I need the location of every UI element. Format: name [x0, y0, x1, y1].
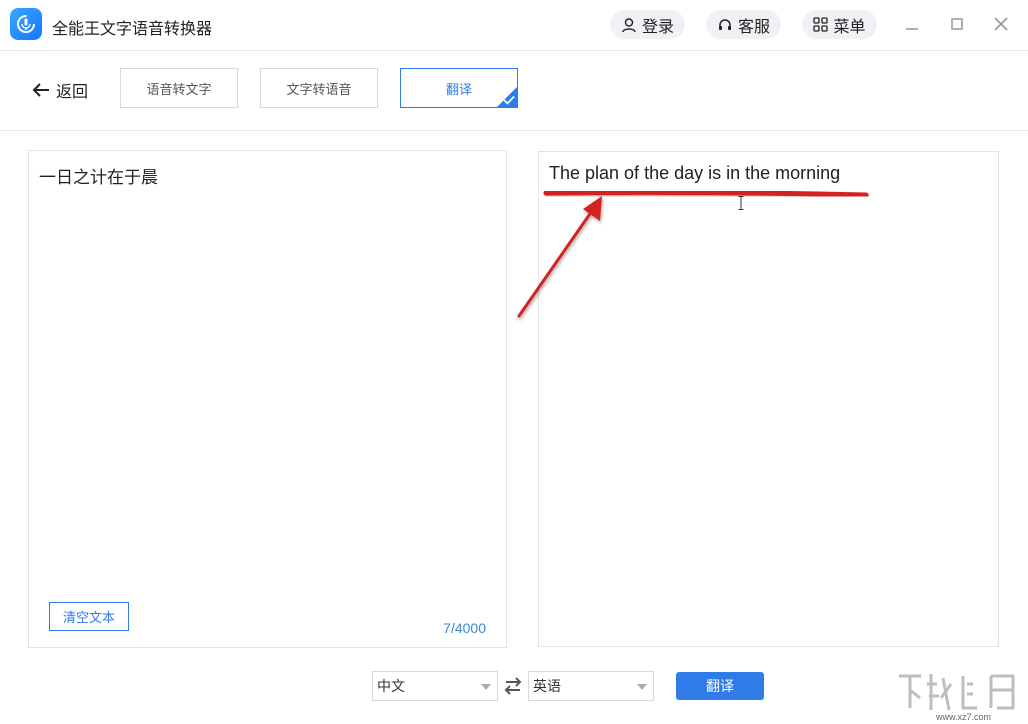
title-bar: 全能王文字语音转换器 登录 客服 菜单 [0, 0, 1028, 50]
headset-icon [718, 18, 731, 30]
minimize-button[interactable] [900, 12, 924, 36]
title-divider [0, 50, 1028, 51]
source-text-panel[interactable]: 一日之计在于晨 清空文本 7/4000 [28, 150, 507, 648]
minimize-icon [906, 28, 918, 30]
customer-service-button[interactable]: 客服 [706, 10, 781, 39]
tab-label: 语音转文字 [146, 81, 212, 97]
tab-label: 文字转语音 [286, 81, 352, 97]
close-button[interactable] [989, 12, 1013, 36]
maximize-button[interactable] [945, 12, 969, 36]
tab-label: 翻译 [445, 81, 472, 97]
app-logo-icon [10, 8, 42, 40]
swap-languages-icon[interactable] [502, 675, 524, 697]
back-label: 返回 [56, 84, 89, 101]
tab-translate[interactable]: 翻译 [400, 68, 518, 108]
login-button[interactable]: 登录 [610, 10, 685, 39]
text-cursor-icon [738, 196, 744, 210]
chevron-down-icon [637, 684, 647, 690]
char-count: 7/4000 [443, 620, 486, 636]
source-language-select[interactable]: 中文 [372, 671, 498, 701]
grid-icon [813, 17, 829, 32]
menu-button[interactable]: 菜单 [802, 10, 877, 39]
arrow-left-icon [32, 83, 49, 97]
close-icon [994, 17, 1008, 31]
chevron-down-icon [481, 684, 491, 690]
check-icon [503, 95, 515, 105]
maximize-icon [951, 18, 963, 30]
result-text[interactable]: The plan of the day is in the morning [549, 163, 840, 184]
service-label: 客服 [737, 18, 770, 36]
toolbar-divider [0, 130, 1028, 131]
tab-text-to-speech[interactable]: 文字转语音 [260, 68, 378, 108]
source-language-value: 中文 [377, 678, 405, 694]
translate-button[interactable]: 翻译 [676, 672, 764, 700]
target-language-select[interactable]: 英语 [528, 671, 654, 701]
result-text-panel[interactable]: The plan of the day is in the morning [538, 151, 999, 647]
login-label: 登录 [641, 18, 674, 36]
menu-label: 菜单 [833, 18, 866, 36]
target-language-value: 英语 [533, 678, 561, 694]
source-text[interactable]: 一日之计在于晨 [39, 163, 158, 188]
clear-text-button[interactable]: 清空文本 [49, 602, 129, 631]
back-button[interactable]: 返回 [32, 78, 88, 102]
user-icon [622, 17, 636, 32]
tab-speech-to-text[interactable]: 语音转文字 [120, 68, 238, 108]
watermark-url: www.xz7.com [936, 712, 992, 722]
app-title: 全能王文字语音转换器 [52, 21, 213, 38]
